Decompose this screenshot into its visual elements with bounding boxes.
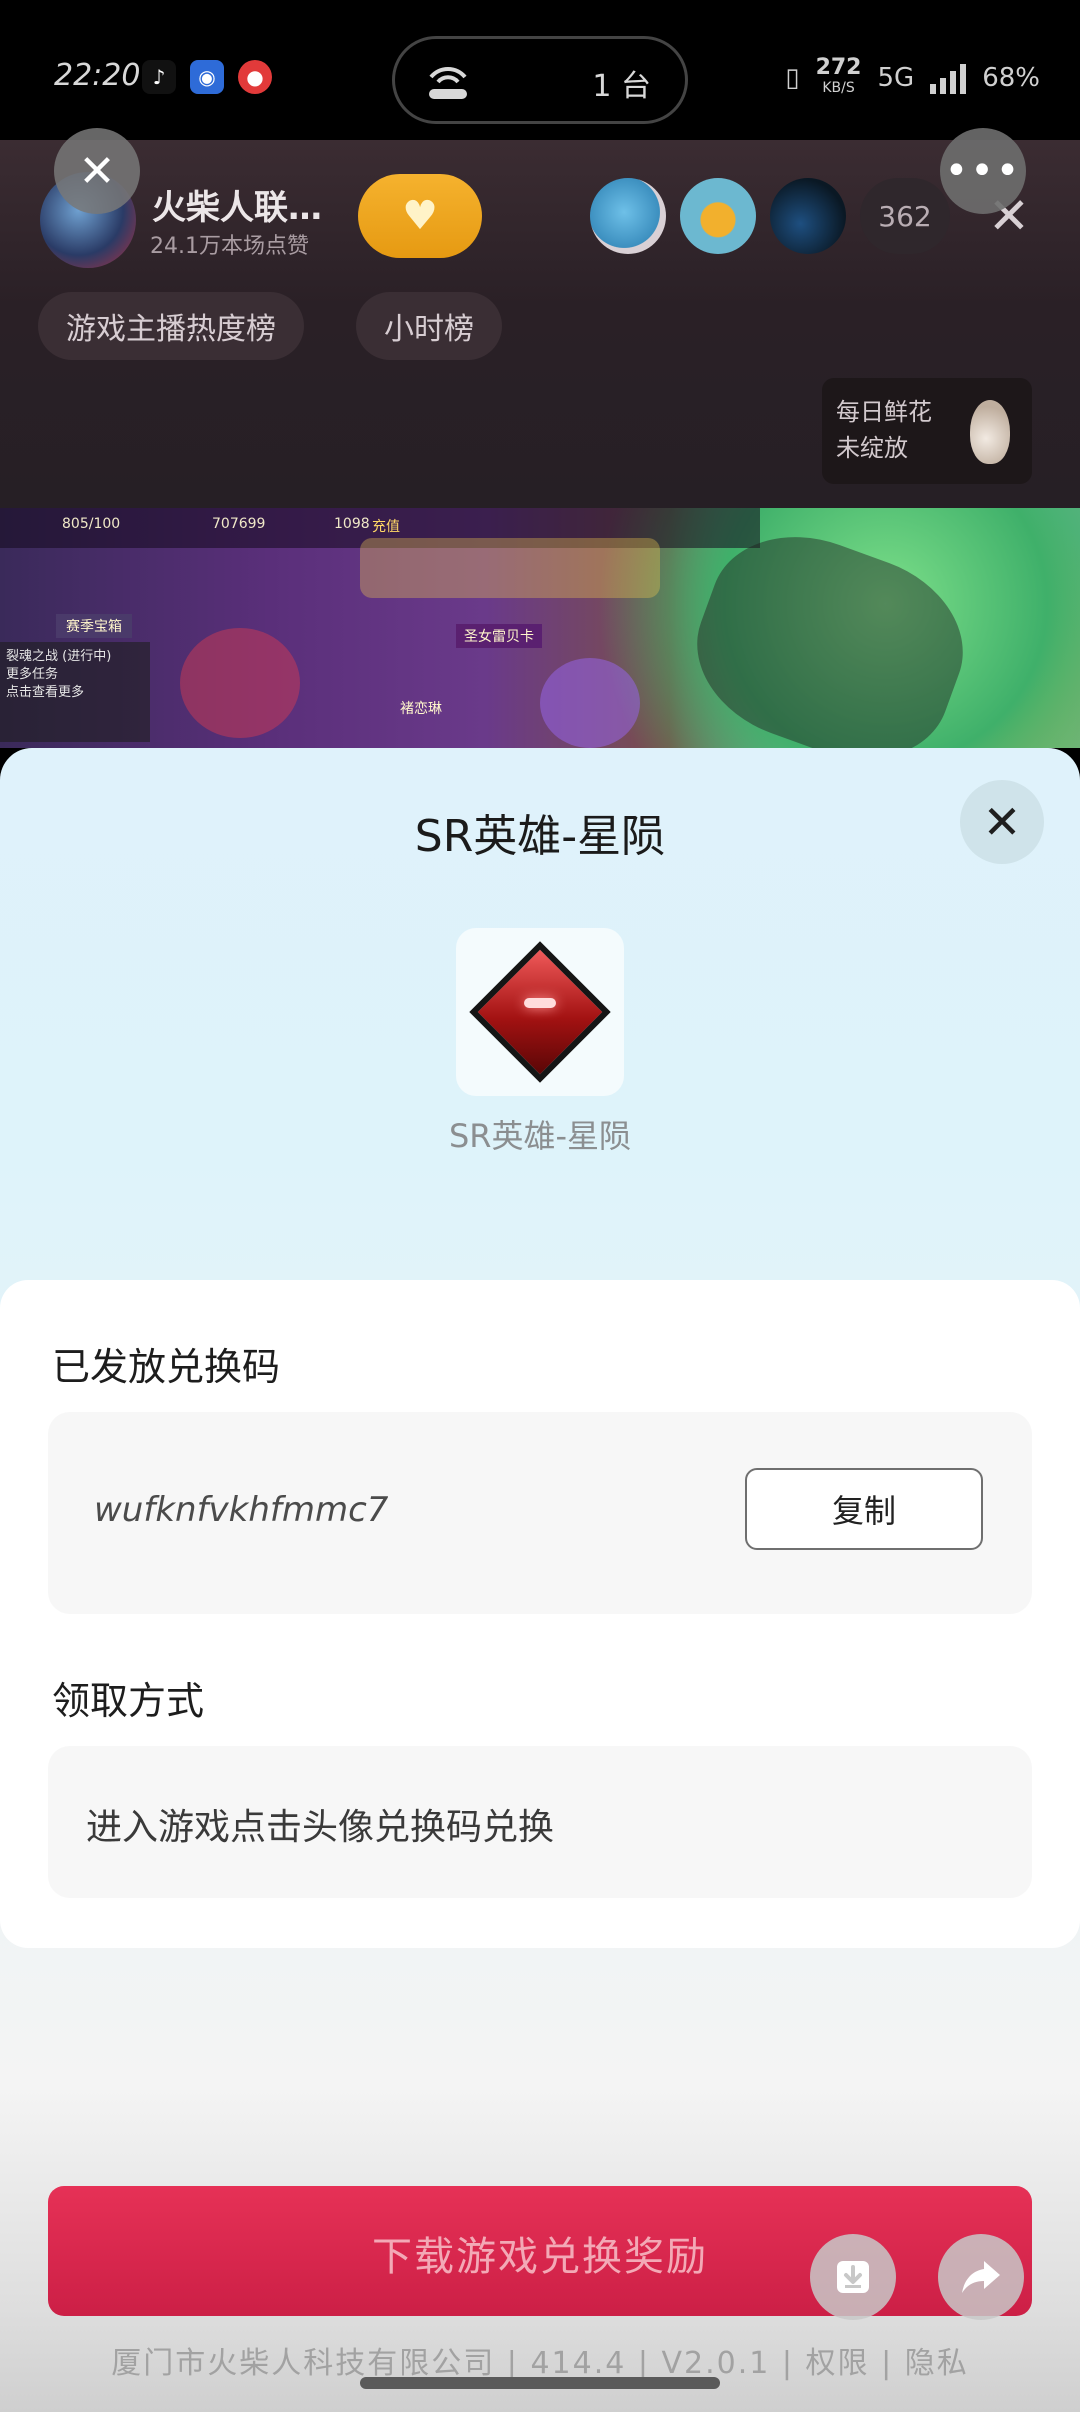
net-speed-unit: KB/S (822, 80, 855, 96)
viewer-count[interactable]: 362 (860, 178, 950, 254)
router-icon (429, 66, 467, 99)
status-time: 22:20 (54, 58, 141, 93)
host-likes: 24.1万本场点赞 (150, 234, 309, 259)
close-icon[interactable]: ✕ (54, 128, 140, 214)
status-bar: 22:20 ♪ ◉ ● 1 台 ▯ 272 KB/S 5G 68% (0, 0, 1080, 140)
redeem-method-text: 进入游戏点击头像兑换码兑换 (86, 1807, 555, 1848)
dynamic-island[interactable]: 1 台 (392, 36, 688, 124)
net-speed-value: 272 (815, 55, 862, 80)
game-task1: 裂魂之战 (6, 649, 59, 664)
game-topup: 充值 (372, 519, 400, 535)
game-character (540, 658, 640, 748)
game-task-panel: 裂魂之战 (进行中) 更多任务 点击查看更多 (0, 642, 150, 742)
game-event: 赛季宝箱 (56, 614, 132, 638)
method-section-label: 领取方式 (52, 1679, 205, 1723)
close-icon[interactable]: ✕ (960, 780, 1044, 864)
follow-heart-button[interactable]: ♥ (358, 174, 482, 258)
island-count: 1 台 (592, 69, 651, 104)
app-red-icon: ● (238, 60, 272, 94)
vase-icon (970, 400, 1010, 464)
game-card: 圣女雷贝卡 (456, 624, 542, 648)
game-task2: 更多任务 (6, 667, 59, 682)
redeem-code-box: wufknfvkhfmmc7 复制 (48, 1412, 1032, 1614)
game-npc: 褚恋琳 (400, 701, 442, 717)
home-indicator[interactable] (360, 2377, 720, 2389)
share-glyph (962, 2261, 1000, 2293)
more-icon[interactable]: ••• (940, 128, 1026, 214)
reward-item-card (456, 928, 624, 1096)
game-menu-icons (360, 538, 660, 598)
status-app-icons: ♪ ◉ ● (142, 60, 272, 94)
game-character (180, 628, 300, 738)
host-name[interactable]: 火柴人联… (152, 180, 322, 229)
vibrate-icon: ▯ (785, 63, 800, 93)
game-gems: 1098 (334, 516, 370, 532)
signal-icon (930, 62, 967, 94)
copy-button[interactable]: 复制 (745, 1468, 983, 1550)
hero-portrait-icon (469, 941, 611, 1083)
viewer-avatar[interactable] (770, 178, 846, 254)
download-glyph (837, 2261, 869, 2293)
net-speed: 272 KB/S (815, 55, 862, 98)
viewer-avatar[interactable] (590, 178, 666, 254)
tag-hourly-rank[interactable]: 小时榜 (356, 292, 502, 360)
app-blue-icon: ◉ (190, 60, 224, 94)
network-type: 5G (877, 63, 915, 93)
tiktok-icon: ♪ (142, 60, 176, 94)
daily-flower-text: 每日鲜花 未绽放 (836, 398, 932, 462)
game-task1-status: (进行中) (62, 649, 112, 664)
reward-sheet: SR英雄-星陨 ✕ SR英雄-星陨 已发放兑换码 wufknfvkhfmmc7 … (0, 748, 1080, 2412)
code-section-label: 已发放兑换码 (52, 1345, 281, 1389)
redeem-code[interactable]: wufknfvkhfmmc7 (94, 1490, 388, 1530)
hero-eyes (524, 998, 556, 1008)
battery-level: 68% (982, 63, 1040, 93)
daily-flower-widget[interactable]: 每日鲜花 未绽放 (822, 378, 1032, 484)
viewer-avatar[interactable] (680, 178, 756, 254)
download-icon[interactable] (810, 2234, 896, 2320)
reward-item-name: SR英雄-星陨 (448, 1117, 632, 1155)
redeem-method-box: 进入游戏点击头像兑换码兑换 (48, 1746, 1032, 1898)
footer-company[interactable]: 厦门市火柴人科技有限公司 | 414.4 | V2.0.1 | 权限 | 隐私 (0, 2338, 1080, 2382)
game-gold: 707699 (212, 516, 266, 532)
game-hp: 805/100 (62, 516, 121, 532)
share-icon[interactable] (938, 2234, 1024, 2320)
tag-game-streamer-rank[interactable]: 游戏主播热度榜 (38, 292, 304, 360)
heart-plus-icon: ♥ (402, 193, 438, 239)
redeem-content-card: 已发放兑换码 wufknfvkhfmmc7 复制 领取方式 进入游戏点击头像兑换… (0, 1280, 1080, 1948)
status-right: ▯ 272 KB/S 5G 68% (785, 55, 1040, 98)
game-stream-preview[interactable]: 805/100 707699 1098 充值 赛季宝箱 裂魂之战 (进行中) 更… (0, 508, 1080, 748)
game-task2-hint: 点击查看更多 (6, 685, 85, 700)
sheet-title: SR英雄-星陨 (414, 811, 666, 862)
